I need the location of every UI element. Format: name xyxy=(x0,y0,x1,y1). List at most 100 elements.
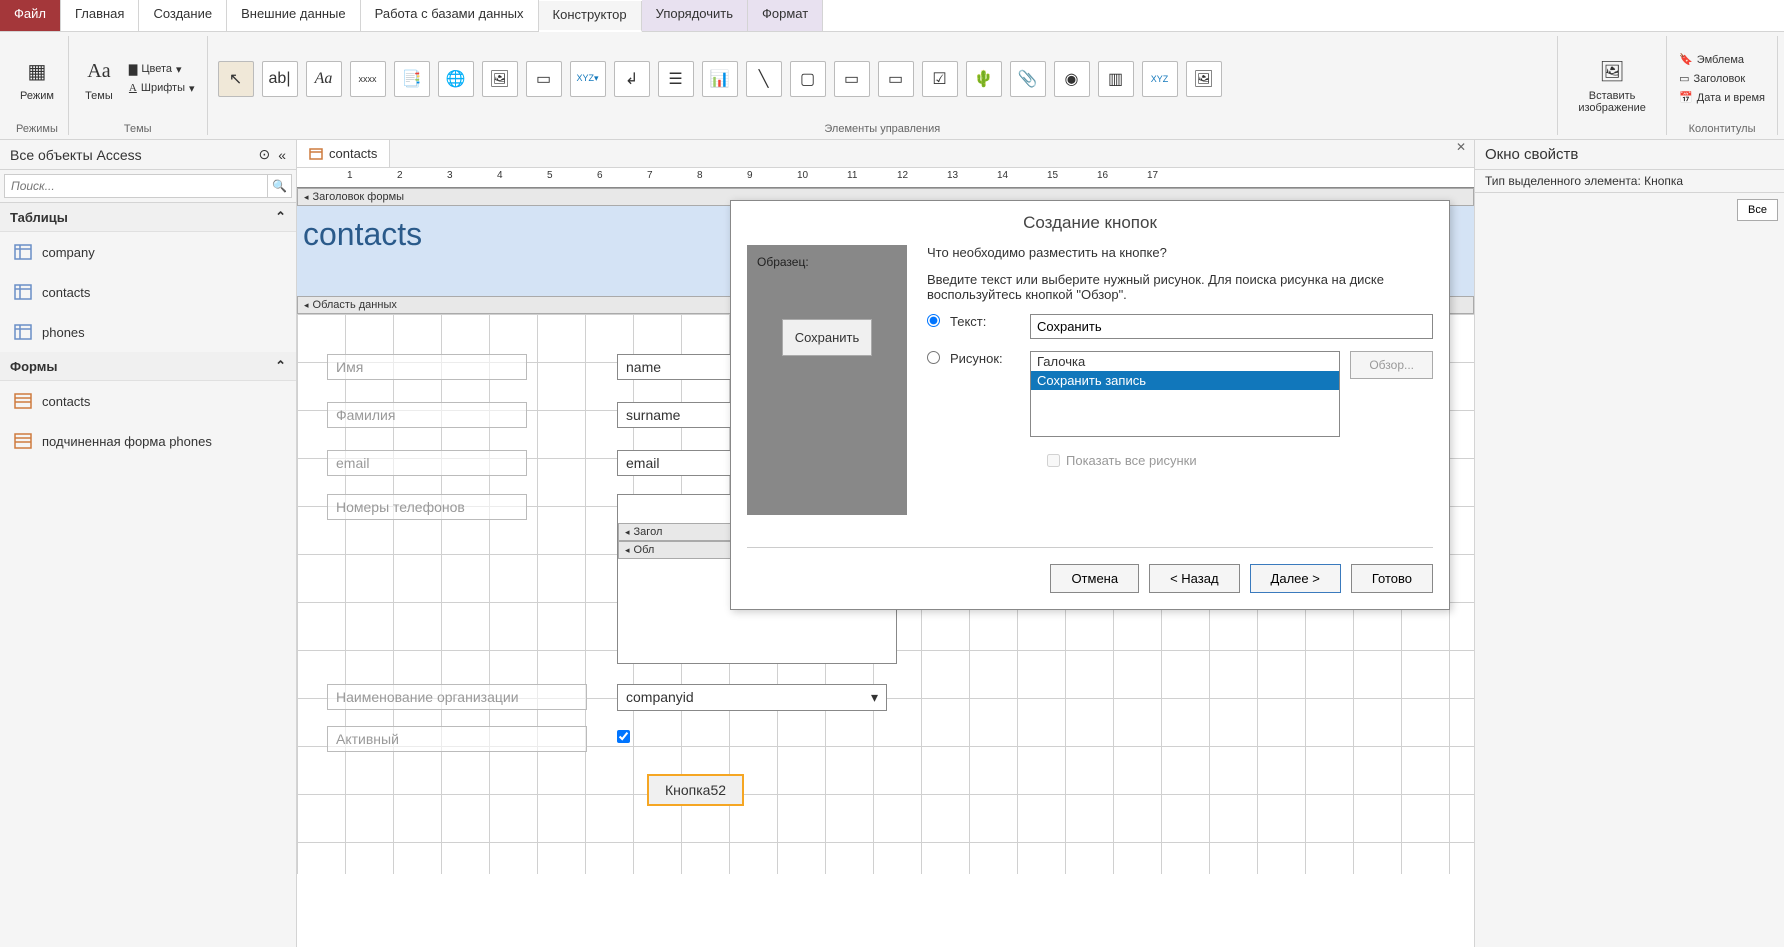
email-label[interactable]: email xyxy=(327,450,527,476)
image-tool-icon[interactable]: 🖼 xyxy=(1186,61,1222,97)
nav-group-tables[interactable]: Таблицы ⌃ xyxy=(0,203,296,232)
grid-icon: ▦ xyxy=(21,56,53,88)
tab-home[interactable]: Главная xyxy=(61,0,139,31)
wizard-text-row: Текст: xyxy=(927,314,1433,339)
chart-tool-icon[interactable]: 📊 xyxy=(702,61,738,97)
textbox-tool-icon[interactable]: ab| xyxy=(262,61,298,97)
image-icon: 🖼 xyxy=(1596,56,1628,88)
nav-item-label: contacts xyxy=(42,285,90,300)
close-tab-button[interactable]: ✕ xyxy=(1448,140,1474,167)
title-label: Заголовок xyxy=(1693,73,1745,85)
rectangle-tool-icon[interactable]: ▭ xyxy=(834,61,870,97)
finish-button[interactable]: Готово xyxy=(1351,564,1433,593)
surname-label[interactable]: Фамилия xyxy=(327,402,527,428)
option-tool-icon[interactable]: 🌵 xyxy=(966,61,1002,97)
tab-arrange[interactable]: Упорядочить xyxy=(642,0,748,31)
controls-group-label: Элементы управления xyxy=(216,121,1550,135)
form-icon xyxy=(14,393,32,409)
datetime-button[interactable]: 📅 Дата и время xyxy=(1675,89,1769,106)
insert-image-button[interactable]: 🖼 Вставить изображение xyxy=(1566,52,1658,118)
nav-table-contacts[interactable]: contacts xyxy=(0,272,296,312)
company-field-text: companyid xyxy=(626,689,694,705)
radio-tool-icon[interactable]: ◉ xyxy=(1054,61,1090,97)
tab-tool-icon[interactable]: 📑 xyxy=(394,61,430,97)
tab-design[interactable]: Конструктор xyxy=(539,1,642,32)
dropdown-icon[interactable]: ⊙ xyxy=(258,146,270,163)
nav-table-phones[interactable]: phones xyxy=(0,312,296,352)
calendar-icon: 📅 xyxy=(1679,91,1693,104)
label-tool-icon[interactable]: Aa xyxy=(306,61,342,97)
palette-icon: ▇ xyxy=(129,63,137,76)
wizard-image-row: Рисунок: Галочка Сохранить запись Обзор.… xyxy=(927,351,1433,437)
mode-button[interactable]: ▦ Режим xyxy=(14,52,60,106)
active-checkbox[interactable] xyxy=(617,730,630,743)
image-listbox[interactable]: Галочка Сохранить запись xyxy=(1030,351,1340,437)
tab-create[interactable]: Создание xyxy=(139,0,227,31)
name-label[interactable]: Имя xyxy=(327,354,527,380)
active-label[interactable]: Активный xyxy=(327,726,587,752)
themes-group-label: Темы xyxy=(77,121,199,135)
nav-form-contacts[interactable]: contacts xyxy=(0,381,296,421)
attachment-tool-icon[interactable]: 📎 xyxy=(1010,61,1046,97)
unbound-tool-icon[interactable]: ▭ xyxy=(878,61,914,97)
select-tool-icon[interactable]: ↖ xyxy=(218,61,254,97)
company-combobox[interactable]: companyid▾ xyxy=(617,684,887,711)
insert-tool-icon[interactable]: ↲ xyxy=(614,61,650,97)
hyperlink-tool-icon[interactable]: 🌐 xyxy=(438,61,474,97)
emblem-button[interactable]: 🔖Эмблема xyxy=(1675,51,1769,68)
nav-table-company[interactable]: company xyxy=(0,232,296,272)
subform-tool-icon[interactable]: ▥ xyxy=(1098,61,1134,97)
tab-file[interactable]: Файл xyxy=(0,0,61,31)
selected-button[interactable]: Кнопка52 xyxy=(647,774,744,806)
document-tab-contacts[interactable]: contacts xyxy=(297,140,390,167)
button-tool-icon[interactable]: xxxx xyxy=(350,61,386,97)
button-text-input[interactable] xyxy=(1030,314,1433,339)
form-icon xyxy=(309,148,323,160)
checkbox-tool-icon[interactable]: ☑ xyxy=(922,61,958,97)
datetime-label: Дата и время xyxy=(1697,92,1765,104)
tab-external[interactable]: Внешние данные xyxy=(227,0,361,31)
font-icon: A xyxy=(129,82,137,94)
nav-item-label: company xyxy=(42,245,95,260)
form-title-label[interactable]: contacts xyxy=(303,216,422,253)
image-radio[interactable] xyxy=(927,351,940,364)
colors-button[interactable]: ▇Цвета▾ xyxy=(125,61,199,78)
list-item[interactable]: Галочка xyxy=(1031,352,1339,371)
collapse-icon: ⌃ xyxy=(275,358,286,374)
listbox-tool-icon[interactable]: ☰ xyxy=(658,61,694,97)
search-input[interactable] xyxy=(4,174,268,198)
tab-dbtools[interactable]: Работа с базами данных xyxy=(361,0,539,31)
webbrowser-tool-icon[interactable]: 🖼 xyxy=(482,61,518,97)
list-item[interactable]: Сохранить запись xyxy=(1031,371,1339,390)
toggle-tool-icon[interactable]: ▢ xyxy=(790,61,826,97)
search-button[interactable]: 🔍 xyxy=(268,174,292,198)
search-icon: 🔍 xyxy=(272,179,287,193)
navigation-tool-icon[interactable]: ▭ xyxy=(526,61,562,97)
dropdown-icon: ▾ xyxy=(176,63,182,76)
tab-format[interactable]: Формат xyxy=(748,0,823,31)
themes-button[interactable]: Aa Темы xyxy=(77,52,121,106)
collapse-icon[interactable]: « xyxy=(278,147,286,163)
phones-label[interactable]: Номеры телефонов xyxy=(327,494,527,520)
next-button[interactable]: Далее > xyxy=(1250,564,1341,593)
show-all-row: Показать все рисунки xyxy=(1047,453,1433,468)
nav-header[interactable]: Все объекты Access ⊙ « xyxy=(0,140,296,170)
fonts-button[interactable]: AШрифты▾ xyxy=(125,80,199,97)
back-button[interactable]: < Назад xyxy=(1149,564,1239,593)
nav-form-phones-sub[interactable]: подчиненная форма phones xyxy=(0,421,296,461)
forms-group-label: Формы xyxy=(10,359,58,374)
wizard-content: Что необходимо разместить на кнопке? Вве… xyxy=(927,245,1433,515)
bound-tool-icon[interactable]: XYZ xyxy=(1142,61,1178,97)
cancel-button[interactable]: Отмена xyxy=(1050,564,1139,593)
nav-group-forms[interactable]: Формы ⌃ xyxy=(0,352,296,381)
image-radio-label: Рисунок: xyxy=(950,351,1020,366)
combobox-tool-icon[interactable]: XYZ▾ xyxy=(570,61,606,97)
property-all-button[interactable]: Все xyxy=(1737,199,1778,221)
themes-label: Темы xyxy=(85,90,113,102)
line-tool-icon[interactable]: ╲ xyxy=(746,61,782,97)
title-button[interactable]: ▭Заголовок xyxy=(1675,70,1769,87)
text-radio[interactable] xyxy=(927,314,940,327)
ribbon-group-insert: 🖼 Вставить изображение xyxy=(1558,36,1667,135)
company-label[interactable]: Наименование организации xyxy=(327,684,587,710)
wizard-question: Что необходимо разместить на кнопке? xyxy=(927,245,1433,260)
